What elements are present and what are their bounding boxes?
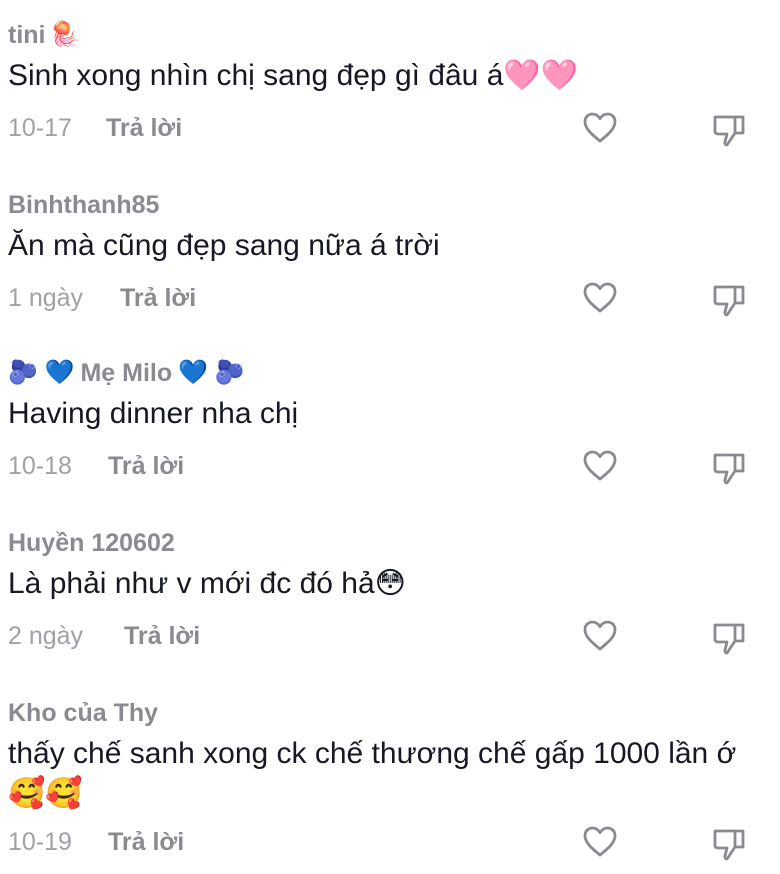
comment-text-content: thấy chế sanh xong ck chế thương chế gấp…: [8, 737, 737, 770]
thumbs-down-outline-icon[interactable]: [709, 447, 749, 487]
comment-date: 10-17: [8, 114, 72, 142]
pink-heart-emoji-icon: 🩷🩷: [503, 59, 579, 92]
thumbs-down-outline-icon[interactable]: [709, 617, 749, 657]
comment-item: tini 🪼 Sinh xong nhìn chị sang đẹp gì đâ…: [8, 20, 768, 148]
comment-date: 10-19: [8, 828, 72, 856]
comment-text: Là phải như v mới đc đó hả😳: [8, 564, 748, 604]
comment-item: Huyền 120602 Là phải như v mới đc đó hả😳…: [8, 528, 768, 656]
thumbs-down-outline-icon[interactable]: [709, 279, 749, 319]
comment-username[interactable]: Binhthanh85: [8, 190, 768, 220]
comment-item: Binhthanh85 Ăn mà cũng đẹp sang nữa á tr…: [8, 190, 768, 318]
comment-date: 2 ngày: [8, 622, 84, 650]
username-label: Binhthanh85: [8, 191, 160, 219]
heart-outline-icon[interactable]: [582, 448, 618, 484]
heart-blueberry-emoji-icon: 💙 🫐: [178, 359, 245, 386]
comment-date: 1 ngày: [8, 284, 84, 312]
comment-date: 10-18: [8, 452, 72, 480]
comment-text: Ăn mà cũng đẹp sang nữa á trời: [8, 226, 748, 266]
heart-outline-icon[interactable]: [582, 824, 618, 860]
comment-item: 🫐 💙 Mẹ Milo 💙 🫐 Having dinner nha chị 10…: [8, 358, 768, 486]
reply-button[interactable]: Trả lời: [106, 108, 182, 148]
comment-username[interactable]: Kho của Thy: [8, 698, 768, 728]
thumbs-down-outline-icon[interactable]: [709, 109, 749, 149]
comment-meta: 10-19 Trả lời: [8, 822, 768, 862]
heart-outline-icon[interactable]: [582, 618, 618, 654]
jellyfish-emoji-icon: 🪼: [49, 21, 80, 48]
comment-meta: 1 ngày Trả lời: [8, 278, 768, 318]
comment-meta: 10-17 Trả lời: [8, 108, 768, 148]
reply-button[interactable]: Trả lời: [108, 822, 184, 862]
heart-outline-icon[interactable]: [582, 280, 618, 316]
comment-text-content: Having dinner nha chị: [8, 397, 299, 430]
reply-button[interactable]: Trả lời: [120, 278, 196, 318]
comment-text: thấy chế sanh xong ck chế thương chế gấp…: [8, 734, 748, 814]
comment-text-content: Là phải như v mới đc đó hả: [8, 567, 375, 600]
comment-text-content: Sinh xong nhìn chị sang đẹp gì đâu á: [8, 59, 504, 92]
smiling-hearts-emoji-icon: 🥰🥰: [8, 777, 83, 810]
comment-text-content: Ăn mà cũng đẹp sang nữa á trời: [8, 229, 440, 262]
username-label: Kho của Thy: [8, 699, 159, 727]
comment-item: Kho của Thy thấy chế sanh xong ck chế th…: [8, 698, 768, 862]
username-label: Mẹ Milo: [80, 359, 173, 387]
comment-text: Sinh xong nhìn chị sang đẹp gì đâu á🩷🩷: [8, 56, 748, 96]
flushed-face-emoji-icon: 😳: [374, 567, 406, 600]
comment-text: Having dinner nha chị: [8, 394, 748, 434]
reply-button[interactable]: Trả lời: [108, 446, 184, 486]
comment-username[interactable]: tini 🪼: [8, 20, 768, 50]
comment-username[interactable]: 🫐 💙 Mẹ Milo 💙 🫐: [8, 358, 768, 388]
comment-meta: 10-18 Trả lời: [8, 446, 768, 486]
username-label: Huyền 120602: [8, 529, 175, 557]
reply-button[interactable]: Trả lời: [124, 616, 200, 656]
blueberry-heart-emoji-icon: 🫐 💙: [8, 359, 75, 386]
comment-username[interactable]: Huyền 120602: [8, 528, 768, 558]
username-label: tini: [8, 21, 46, 49]
comment-meta: 2 ngày Trả lời: [8, 616, 768, 656]
thumbs-down-outline-icon[interactable]: [709, 823, 749, 863]
heart-outline-icon[interactable]: [582, 110, 618, 146]
